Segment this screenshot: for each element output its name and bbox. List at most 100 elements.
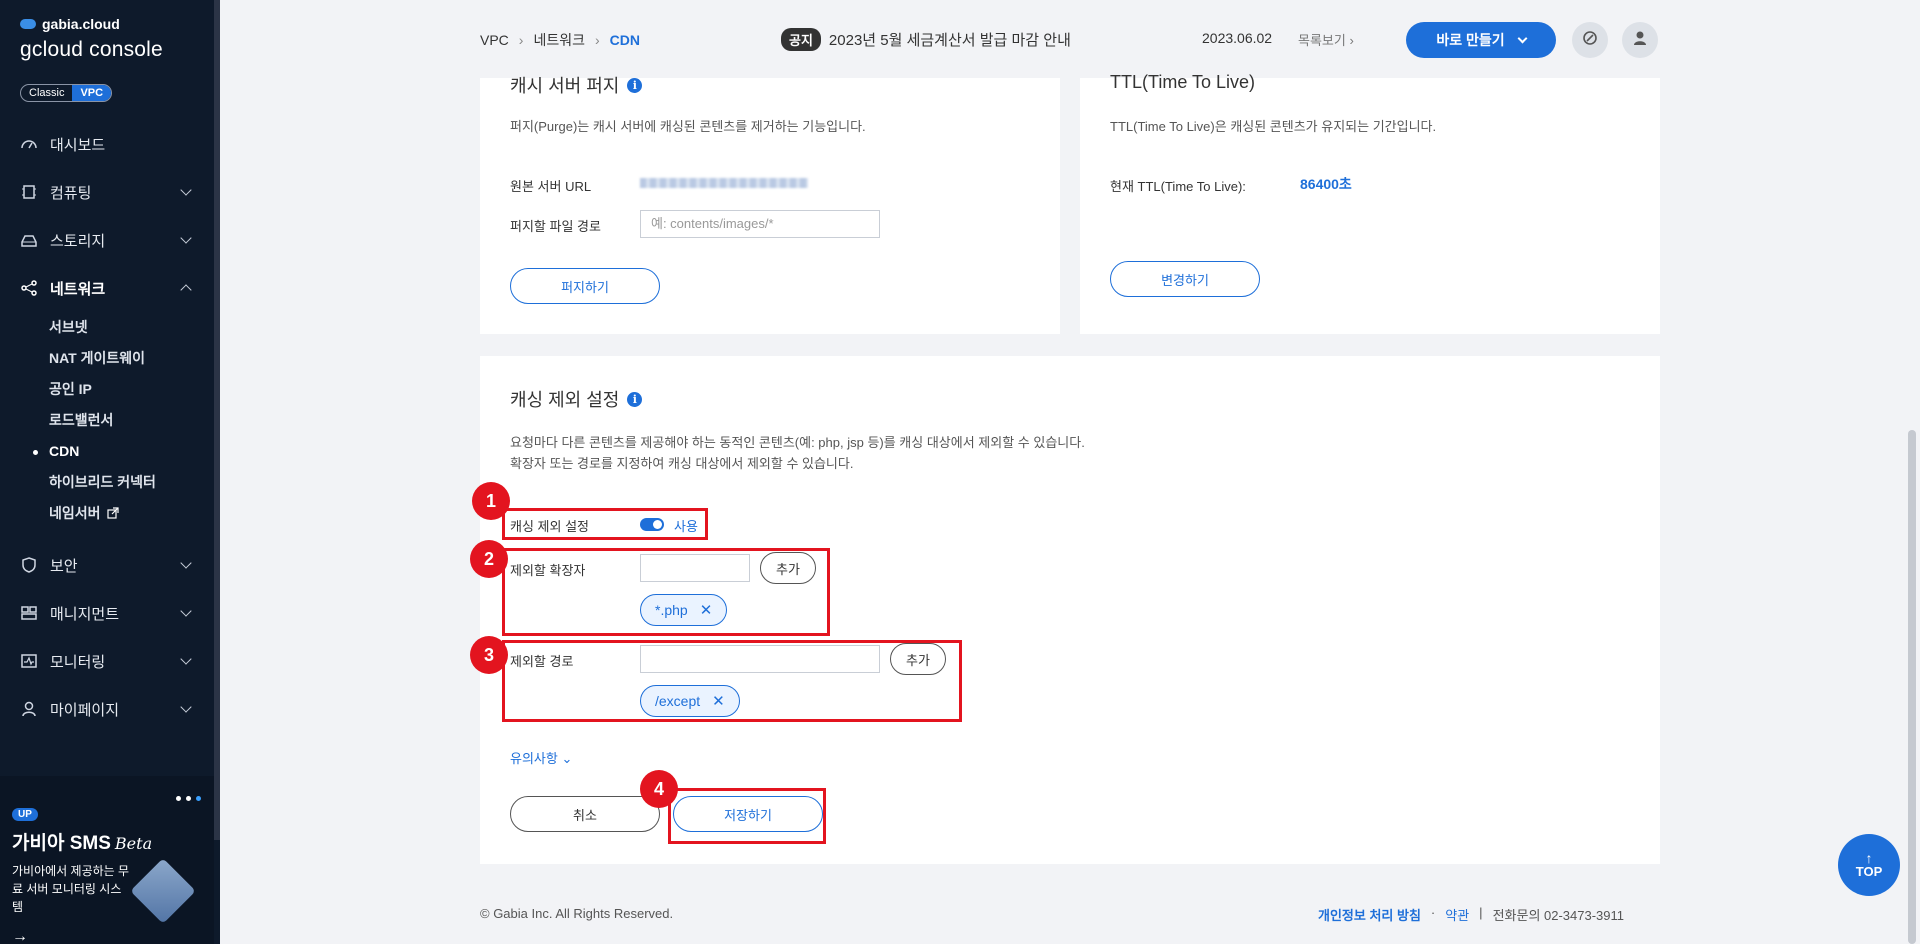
notice-list-link[interactable]: 목록보기 ›	[1298, 30, 1354, 49]
sidebar-item-mypage[interactable]: 마이페이지	[0, 685, 214, 733]
sidebar-item-network[interactable]: 네트워크	[0, 264, 214, 312]
sidebar-menu: 대시보드 컴퓨팅 스토리지 네트워크 서브넷 NAT 게이트웨이 공인 IP 로…	[0, 120, 214, 733]
sidebar-item-computing[interactable]: 컴퓨팅	[0, 168, 214, 216]
nameserver-label: 네임서버	[49, 505, 101, 521]
info-icon[interactable]: i	[627, 77, 643, 93]
promo-title-beta: Beta	[114, 834, 153, 853]
arrow-up-icon: ↑	[1865, 849, 1873, 866]
brand-logo-text[interactable]: gcloud console	[20, 38, 163, 62]
sidebar-item-security[interactable]: 보안	[0, 541, 214, 589]
sidebar-scrollbar[interactable]	[214, 0, 220, 840]
step-badge-2: 2	[470, 540, 508, 578]
footer-copyright: © Gabia Inc. All Rights Reserved.	[480, 906, 674, 921]
promo-title: 가비아 SMS Beta	[12, 828, 152, 855]
sidebar-subitem-cdn[interactable]: CDN	[33, 436, 214, 467]
highlight-box-4	[668, 788, 826, 844]
sidebar-item-label: 컴퓨팅	[50, 184, 92, 202]
cloud-icon	[20, 19, 36, 29]
privacy-policy-link[interactable]: 개인정보 처리 방침	[1318, 905, 1421, 924]
external-link-icon	[107, 499, 120, 530]
chevron-down-icon	[180, 184, 192, 196]
ttl-desc: TTL(Time To Live)은 캐싱된 콘텐츠가 유지되는 기간입니다.	[1110, 119, 1437, 134]
cancel-button[interactable]: 취소	[510, 796, 660, 832]
exclusion-title-text: 캐싱 제외 설정	[510, 390, 620, 410]
breadcrumb-network[interactable]: 네트워크	[533, 30, 585, 50]
breadcrumb-separator: ›	[595, 32, 600, 48]
purge-title: 캐시 서버 퍼지 i	[510, 72, 643, 98]
chevron-down-icon: ⌄	[561, 751, 573, 766]
notice-list-label: 목록보기	[1298, 33, 1346, 48]
mode-toggle[interactable]: Classic VPC	[20, 84, 113, 102]
page-scrollbar[interactable]	[1908, 430, 1916, 944]
terms-link[interactable]: 약관	[1445, 905, 1469, 924]
sidebar-subitem-public-ip[interactable]: 공인 IP	[49, 374, 214, 405]
sidebar-item-label: 모니터링	[50, 653, 106, 671]
purge-path-input[interactable]: 예: contents/images/*	[640, 210, 880, 238]
management-icon	[20, 604, 38, 622]
notice-date: 2023.06.02	[1202, 30, 1273, 46]
mode-classic[interactable]: Classic	[21, 85, 72, 101]
footer-contact: 전화문의 02-3473-3911	[1492, 908, 1625, 923]
quick-create-label: 바로 만들기	[1436, 32, 1505, 48]
ttl-current-label: 현재 TTL(Time To Live):	[1110, 179, 1246, 194]
arrow-right-icon[interactable]: →	[12, 928, 28, 944]
user-icon	[20, 700, 38, 718]
exclusion-desc-line2: 확장자 또는 경로를 지정하여 캐싱 대상에서 제외할 수 있습니다.	[510, 456, 854, 471]
chat-button[interactable]	[1572, 22, 1608, 58]
footer-links: 개인정보 처리 방침 · 약관 | 전화문의 02-3473-3911	[1318, 905, 1624, 924]
chevron-down-icon	[180, 653, 192, 665]
brand-logo-small[interactable]: gabia.cloud	[20, 16, 120, 32]
breadcrumb: VPC › 네트워크 › CDN	[480, 30, 640, 50]
step-badge-3: 3	[470, 636, 508, 674]
sidebar-subitem-load-balancer[interactable]: 로드밸런서	[49, 405, 214, 436]
sidebar-item-label: 보안	[50, 557, 78, 575]
scroll-top-button[interactable]: ↑ TOP	[1838, 834, 1900, 896]
chevron-down-icon	[180, 605, 192, 617]
sidebar-item-dashboard[interactable]: 대시보드	[0, 120, 214, 168]
origin-url-label: 원본 서버 URL	[510, 179, 592, 194]
dashboard-icon	[20, 135, 38, 153]
promo-banner[interactable]: UP 가비아 SMS Beta 가비아에서 제공하는 무료 서버 모니터링 시스템…	[0, 776, 214, 944]
purge-card: 캐시 서버 퍼지 i 퍼지(Purge)는 캐시 서버에 캐싱된 콘텐츠를 제거…	[480, 76, 1060, 334]
promo-badge: UP	[12, 808, 38, 821]
ttl-current-value: 86400초	[1300, 176, 1352, 192]
purge-title-text: 캐시 서버 퍼지	[510, 76, 620, 96]
sidebar-subitem-subnet[interactable]: 서브넷	[49, 312, 214, 343]
sidebar-item-management[interactable]: 매니지먼트	[0, 589, 214, 637]
sidebar-subitem-hybrid-connector[interactable]: 하이브리드 커넥터	[49, 467, 214, 498]
notice-tag: 공지	[781, 28, 821, 51]
notes-label: 유의사항	[510, 751, 558, 766]
ttl-card: TTL(Time To Live) TTL(Time To Live)은 캐싱된…	[1080, 72, 1660, 334]
sidebar-subitem-nameserver[interactable]: 네임서버	[49, 498, 214, 529]
highlight-box-1	[502, 508, 708, 540]
sidebar-subitem-nat-gateway[interactable]: NAT 게이트웨이	[49, 343, 214, 374]
step-badge-1: 1	[472, 482, 510, 520]
exclusion-desc-line1: 요청마다 다른 콘텐츠를 제공해야 하는 동적인 콘텐츠(예: php, jsp…	[510, 435, 1085, 450]
top-label: TOP	[1855, 863, 1883, 879]
highlight-box-2	[502, 548, 830, 636]
sidebar-item-monitoring[interactable]: 모니터링	[0, 637, 214, 685]
network-icon	[20, 279, 38, 297]
breadcrumb-vpc[interactable]: VPC	[480, 32, 509, 48]
footer-dot: ·	[1430, 905, 1436, 920]
account-button[interactable]	[1622, 22, 1658, 58]
sidebar-item-label: 매니지먼트	[50, 605, 120, 623]
sidebar-item-label: 대시보드	[50, 136, 106, 154]
notice-text[interactable]: 2023년 5월 세금계산서 발급 마감 안내	[829, 29, 1071, 50]
notice-bar[interactable]: 공지 2023년 5월 세금계산서 발급 마감 안내	[781, 28, 1071, 51]
chevron-down-icon	[1517, 33, 1528, 43]
chevron-down-icon	[180, 557, 192, 569]
mode-vpc[interactable]: VPC	[72, 85, 112, 101]
breadcrumb-cdn: CDN	[609, 32, 641, 48]
info-icon[interactable]: i	[627, 391, 643, 407]
purge-button[interactable]: 퍼지하기	[510, 268, 660, 304]
carousel-dots[interactable]	[176, 796, 201, 801]
purge-desc: 퍼지(Purge)는 캐시 서버에 캐싱된 콘텐츠를 제거하는 기능입니다.	[510, 119, 866, 134]
shield-icon	[20, 556, 38, 574]
ttl-change-button[interactable]: 변경하기	[1110, 261, 1260, 297]
sidebar-item-storage[interactable]: 스토리지	[0, 216, 214, 264]
quick-create-button[interactable]: 바로 만들기	[1406, 22, 1556, 58]
notes-toggle[interactable]: 유의사항 ⌄	[510, 748, 572, 767]
brand-small-text: gabia.cloud	[42, 16, 120, 32]
chevron-up-icon	[180, 284, 192, 296]
